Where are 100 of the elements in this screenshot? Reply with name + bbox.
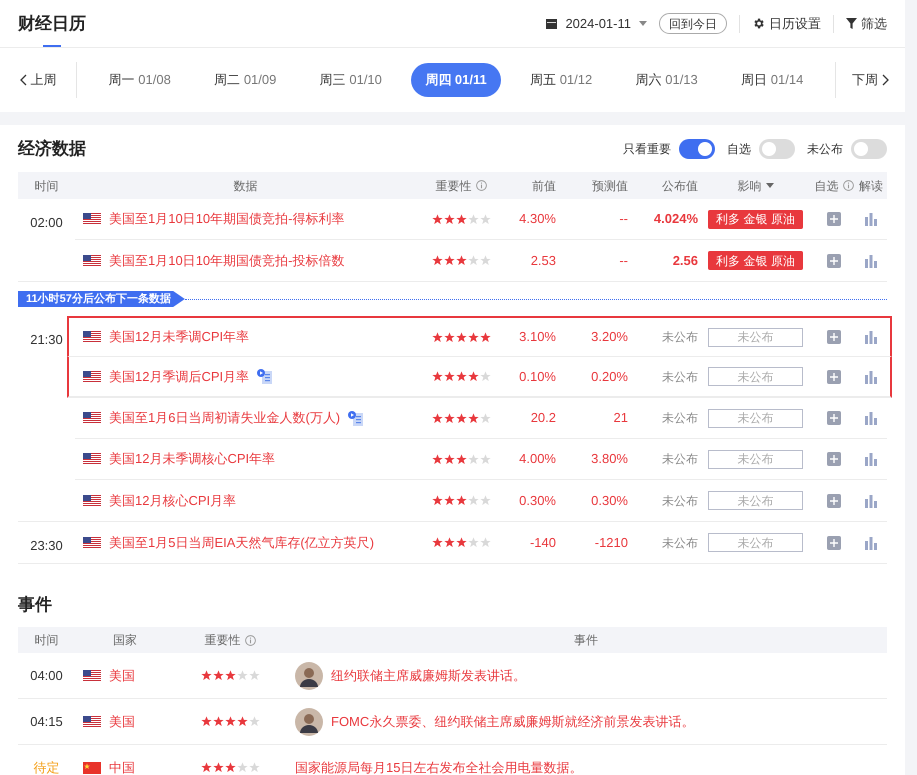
add-button[interactable] (827, 330, 841, 344)
actual-value: 未公布 (661, 329, 698, 346)
toggle-label: 只看重要 (623, 140, 671, 158)
add-button[interactable] (827, 536, 841, 550)
event-text[interactable]: 国家能源局每月15日左右发布全社会用电量数据。 (295, 758, 582, 775)
add-button[interactable] (827, 494, 841, 508)
bar-chart-icon[interactable] (864, 330, 878, 344)
us-flag-icon (83, 494, 101, 506)
indicator-name[interactable]: 美国12月未季调核心CPI年率 (109, 449, 276, 469)
settings-button[interactable]: 日历设置 (752, 14, 821, 34)
chevron-right-icon (882, 74, 889, 86)
indicator-name[interactable]: 美国至1月5日当周EIA天然气库存(亿立方英尺) (109, 532, 374, 552)
star-icon (480, 255, 490, 266)
star-icon (468, 214, 478, 224)
time-cell: 23:30 (30, 538, 63, 553)
indicator-name[interactable]: 美国12月核心CPI月率 (109, 490, 236, 510)
next-week-button[interactable]: 下周 (835, 62, 905, 98)
star-icon (432, 537, 442, 548)
us-flag-icon (83, 331, 101, 343)
forecast-value: -1210 (594, 534, 628, 552)
toggle-switch[interactable] (851, 138, 887, 158)
impact-tag: 未公布 (708, 367, 803, 386)
star-icon (468, 412, 478, 424)
bar-chart-icon[interactable] (864, 411, 878, 425)
time-cell: 21:30 (30, 332, 63, 347)
star-icon (224, 762, 236, 773)
info-icon (842, 180, 854, 191)
day-tab[interactable]: 周六 01/13 (622, 63, 712, 97)
country-name: 美国 (109, 712, 135, 731)
day-tab[interactable]: 周一 01/08 (94, 63, 185, 97)
indicator-name[interactable]: 美国至1月10日10年期国债竞拍-投标倍数 (109, 250, 344, 270)
star-icon (480, 454, 490, 464)
date-picker[interactable]: 2024-01-11 (565, 14, 647, 34)
previous-value: 0.30% (518, 492, 556, 510)
toggle-label: 自选 (727, 140, 751, 158)
add-button[interactable] (827, 370, 841, 384)
day-tab[interactable]: 周二 01/09 (200, 63, 290, 97)
star-icon (444, 495, 454, 506)
column-header: 预测值 (592, 178, 628, 194)
star-icon (480, 214, 490, 224)
plus-icon (830, 496, 838, 504)
forecast-value: 21 (612, 409, 628, 428)
column-header: 影响 (738, 178, 762, 194)
impact-tag: 未公布 (708, 408, 803, 428)
star-icon (444, 255, 454, 266)
column-header: 时间 (34, 632, 58, 649)
star-icon (480, 412, 490, 424)
us-flag-icon (83, 254, 101, 266)
previous-week-button[interactable]: 上周 (0, 62, 77, 98)
star-icon (236, 762, 248, 773)
star-icon (444, 537, 454, 548)
column-header: 解读 (859, 178, 883, 194)
indicator-name[interactable]: 美国至1月6日当周初请失业金人数(万人) (109, 408, 340, 428)
us-flag-icon (83, 716, 101, 728)
indicator-name[interactable]: 美国12月季调后CPI月率 (109, 366, 250, 386)
info-icon (244, 634, 256, 646)
star-icon (432, 495, 442, 506)
bar-chart-icon[interactable] (864, 452, 878, 466)
bar-chart-icon[interactable] (864, 254, 878, 268)
add-button[interactable] (827, 411, 841, 425)
section-title: 经济数据 (18, 138, 86, 160)
previous-value: 2.53 (530, 252, 556, 270)
event-text[interactable]: FOMC永久票委、纽约联储主席威廉姆斯就经济前景发表讲话。 (331, 712, 694, 732)
toggle-switch[interactable] (759, 138, 795, 158)
day-tab[interactable]: 周四 01/11 (411, 63, 501, 97)
add-button[interactable] (827, 212, 841, 226)
previous-value: -140 (528, 534, 556, 552)
time-cell: 02:00 (30, 215, 63, 230)
caret-icon (766, 183, 774, 188)
event-text[interactable]: 纽约联储主席威廉姆斯发表讲话。 (331, 666, 526, 686)
add-button[interactable] (827, 254, 841, 268)
bar-chart-icon[interactable] (864, 212, 878, 226)
column-header: 国家 (113, 632, 137, 649)
bar-chart-icon[interactable] (864, 494, 878, 508)
forecast-value: 0.20% (590, 368, 628, 386)
star-icon (444, 214, 454, 224)
forecast-value: 3.80% (590, 450, 628, 468)
video-doc-icon[interactable] (257, 369, 274, 384)
time-cell-text: 04:00 (30, 666, 63, 685)
star-icon (456, 454, 466, 464)
toggle-switch[interactable] (679, 138, 715, 158)
forecast-value: -- (618, 210, 628, 228)
bar-chart-icon[interactable] (864, 370, 878, 384)
star-icon (456, 537, 466, 548)
indicator-name[interactable]: 美国至1月10日10年期国债竞拍-得标利率 (109, 209, 344, 229)
star-icon (200, 762, 212, 773)
star-icon (248, 762, 260, 773)
filter-button[interactable]: 筛选 (846, 14, 887, 34)
country-name: 中国 (109, 758, 135, 775)
add-button[interactable] (827, 452, 841, 466)
today-button[interactable]: 回到今日 (659, 13, 727, 34)
video-doc-icon[interactable] (348, 410, 364, 426)
star-icon (468, 495, 478, 506)
day-tab[interactable]: 周五 01/12 (516, 63, 606, 97)
bar-chart-icon[interactable] (864, 536, 878, 550)
star-icon (480, 537, 490, 548)
day-tab[interactable]: 周日 01/14 (727, 63, 818, 97)
day-tab[interactable]: 周三 01/10 (306, 63, 396, 97)
indicator-name[interactable]: 美国12月未季调CPI年率 (109, 327, 250, 347)
us-flag-icon (83, 670, 101, 682)
